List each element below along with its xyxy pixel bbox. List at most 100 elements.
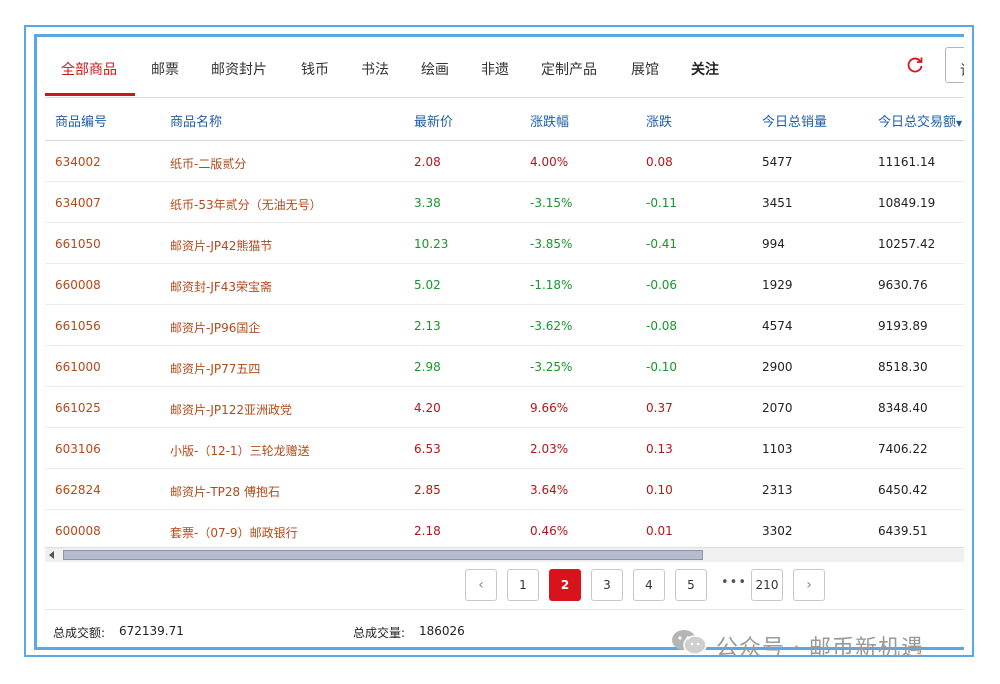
cell-product-name[interactable]: 小版-（12-1）三轮龙赠送 bbox=[170, 442, 310, 459]
table-row[interactable]: 661025 邮资片-JP122亚洲政党 4.20 9.66% 0.37 2070 8348… bbox=[45, 387, 964, 428]
header-change-percent[interactable]: 涨跌幅 bbox=[530, 111, 569, 130]
scrollbar-thumb[interactable] bbox=[63, 550, 703, 560]
cell-product-name[interactable]: 邮资片-JP77五四 bbox=[170, 360, 260, 377]
cell-change-percent: -3.25% bbox=[530, 360, 573, 374]
horizontal-scrollbar[interactable] bbox=[45, 547, 964, 562]
cell-change-percent: 3.64% bbox=[530, 483, 569, 497]
cell-product-name[interactable]: 邮资片-TP28 傅抱石 bbox=[170, 483, 280, 500]
cell-change: -0.08 bbox=[646, 319, 678, 333]
cell-product-name[interactable]: 邮资片-JP42熊猫节 bbox=[170, 237, 272, 254]
watermark-text: 公众号 · 邮币新机遇 bbox=[716, 636, 924, 661]
header-latest-price[interactable]: 最新价 bbox=[414, 111, 453, 130]
tab-coins[interactable]: 钱币 bbox=[301, 59, 329, 79]
cell-change: -0.06 bbox=[646, 278, 678, 292]
table-row[interactable]: 661056 邮资片-JP96国企 2.13 -3.62% -0.08 4574 9193.… bbox=[45, 305, 964, 346]
page-button-4[interactable]: 4 bbox=[633, 569, 665, 601]
header-daily-volume[interactable]: 今日总销量 bbox=[762, 111, 827, 130]
category-tabs: 全部商品 邮票 邮资封片 钱币 书法 绘画 非遗 定制产品 展馆 关注 请 bbox=[45, 37, 964, 98]
cell-daily-volume: 994 bbox=[762, 237, 785, 251]
tab-painting[interactable]: 绘画 bbox=[421, 59, 449, 79]
page-button-3[interactable]: 3 bbox=[591, 569, 623, 601]
cell-product-code: 662824 bbox=[55, 483, 101, 497]
cell-latest-price: 2.85 bbox=[414, 483, 441, 497]
cell-product-name[interactable]: 邮资片-JP96国企 bbox=[170, 319, 260, 336]
tab-follow[interactable]: 关注 bbox=[691, 59, 719, 79]
cell-latest-price: 2.13 bbox=[414, 319, 441, 333]
header-change[interactable]: 涨跌 bbox=[646, 111, 672, 130]
cell-product-name[interactable]: 邮资封-JF43荣宝斋 bbox=[170, 278, 272, 295]
tab-calligraphy[interactable]: 书法 bbox=[361, 59, 389, 79]
table-row[interactable]: 661000 邮资片-JP77五四 2.98 -3.25% -0.10 2900 8518.… bbox=[45, 346, 964, 387]
table-row[interactable]: 634002 纸币-二版贰分 2.08 4.00% 0.08 5477 11161.14 bbox=[45, 141, 964, 182]
tab-stamps[interactable]: 邮票 bbox=[151, 59, 179, 79]
cell-product-code: 661056 bbox=[55, 319, 101, 333]
table-row[interactable]: 634007 纸币-53年贰分（无油无号） 3.38 -3.15% -0.11 3451 1… bbox=[45, 182, 964, 223]
sort-down-icon: ▼ bbox=[956, 119, 963, 128]
cell-latest-price: 2.08 bbox=[414, 155, 441, 169]
table-row[interactable]: 600008 套票-（07-9）邮政银行 2.18 0.46% 0.01 3302 6439… bbox=[45, 510, 964, 551]
cell-latest-price: 4.20 bbox=[414, 401, 441, 415]
active-tab-indicator bbox=[45, 93, 135, 96]
refresh-icon[interactable] bbox=[905, 55, 925, 75]
cell-change: 0.10 bbox=[646, 483, 673, 497]
tab-exhibition[interactable]: 展馆 bbox=[631, 59, 659, 79]
cell-latest-price: 10.23 bbox=[414, 237, 449, 251]
cell-daily-volume: 2313 bbox=[762, 483, 793, 497]
cell-latest-price: 5.02 bbox=[414, 278, 441, 292]
cell-change-percent: 2.03% bbox=[530, 442, 569, 456]
cell-product-code: 661050 bbox=[55, 237, 101, 251]
cell-latest-price: 3.38 bbox=[414, 196, 441, 210]
cell-change-percent: 9.66% bbox=[530, 401, 569, 415]
cell-change: -0.11 bbox=[646, 196, 678, 210]
request-button[interactable]: 请 bbox=[945, 47, 964, 83]
cell-change-percent: -3.15% bbox=[530, 196, 573, 210]
cell-change-percent: -3.85% bbox=[530, 237, 573, 251]
page-button-1[interactable]: 1 bbox=[507, 569, 539, 601]
tab-intangible-heritage[interactable]: 非遗 bbox=[481, 59, 509, 79]
cell-product-name[interactable]: 套票-（07-9）邮政银行 bbox=[170, 524, 298, 541]
total-amount-label: 总成交额: bbox=[53, 626, 106, 640]
page-button-5[interactable]: 5 bbox=[675, 569, 707, 601]
table-row[interactable]: 660008 邮资封-JF43荣宝斋 5.02 -1.18% -0.06 1929 9630… bbox=[45, 264, 964, 305]
tab-all-products[interactable]: 全部商品 bbox=[61, 59, 117, 79]
header-daily-amount[interactable]: 今日总交易额▼ bbox=[878, 111, 962, 130]
cell-product-name[interactable]: 纸币-53年贰分（无油无号） bbox=[170, 196, 322, 213]
prev-page-button[interactable]: ‹ bbox=[465, 569, 497, 601]
cell-change: 0.01 bbox=[646, 524, 673, 538]
cell-daily-volume: 4574 bbox=[762, 319, 793, 333]
table-row[interactable]: 662824 邮资片-TP28 傅抱石 2.85 3.64% 0.10 2313 6450.… bbox=[45, 469, 964, 510]
cell-product-name[interactable]: 邮资片-JP122亚洲政党 bbox=[170, 401, 292, 418]
cell-daily-volume: 5477 bbox=[762, 155, 793, 169]
tab-custom-products[interactable]: 定制产品 bbox=[541, 59, 597, 79]
cell-change: 0.37 bbox=[646, 401, 673, 415]
cell-daily-volume: 3451 bbox=[762, 196, 793, 210]
header-product-name[interactable]: 商品名称 bbox=[170, 111, 222, 130]
total-volume-value: 186026 bbox=[419, 624, 465, 638]
cell-product-code: 661000 bbox=[55, 360, 101, 374]
total-volume-label: 总成交量: bbox=[353, 626, 406, 640]
cell-change-percent: -3.62% bbox=[530, 319, 573, 333]
cell-daily-amount: 10257.42 bbox=[878, 237, 936, 251]
cell-product-code: 634002 bbox=[55, 155, 101, 169]
cell-product-code: 634007 bbox=[55, 196, 101, 210]
pagination: ‹ 1 2 3 4 5 ••• 210 › bbox=[37, 569, 964, 601]
cell-daily-amount: 10849.19 bbox=[878, 196, 936, 210]
page-button-2[interactable]: 2 bbox=[549, 569, 581, 601]
cell-daily-amount: 7406.22 bbox=[878, 442, 928, 456]
tab-postal-stationery[interactable]: 邮资封片 bbox=[211, 59, 267, 79]
header-daily-amount-label: 今日总交易额 bbox=[878, 115, 957, 130]
header-product-code[interactable]: 商品编号 bbox=[55, 111, 107, 130]
cell-product-name[interactable]: 纸币-二版贰分 bbox=[170, 155, 246, 172]
cell-daily-amount: 11161.14 bbox=[878, 155, 936, 169]
wechat-icon bbox=[672, 630, 707, 655]
next-page-button[interactable]: › bbox=[793, 569, 825, 601]
table-row[interactable]: 661050 邮资片-JP42熊猫节 10.23 -3.85% -0.41 994 1025… bbox=[45, 223, 964, 264]
cell-product-code: 660008 bbox=[55, 278, 101, 292]
page-button-last[interactable]: 210 bbox=[751, 569, 783, 601]
cell-change-percent: 4.00% bbox=[530, 155, 569, 169]
cell-daily-volume: 3302 bbox=[762, 524, 793, 538]
cell-change-percent: 0.46% bbox=[530, 524, 569, 538]
table-row[interactable]: 603106 小版-（12-1）三轮龙赠送 6.53 2.03% 0.13 1103 740… bbox=[45, 428, 964, 469]
scroll-left-arrow-icon[interactable] bbox=[49, 551, 54, 559]
cell-change: 0.08 bbox=[646, 155, 673, 169]
